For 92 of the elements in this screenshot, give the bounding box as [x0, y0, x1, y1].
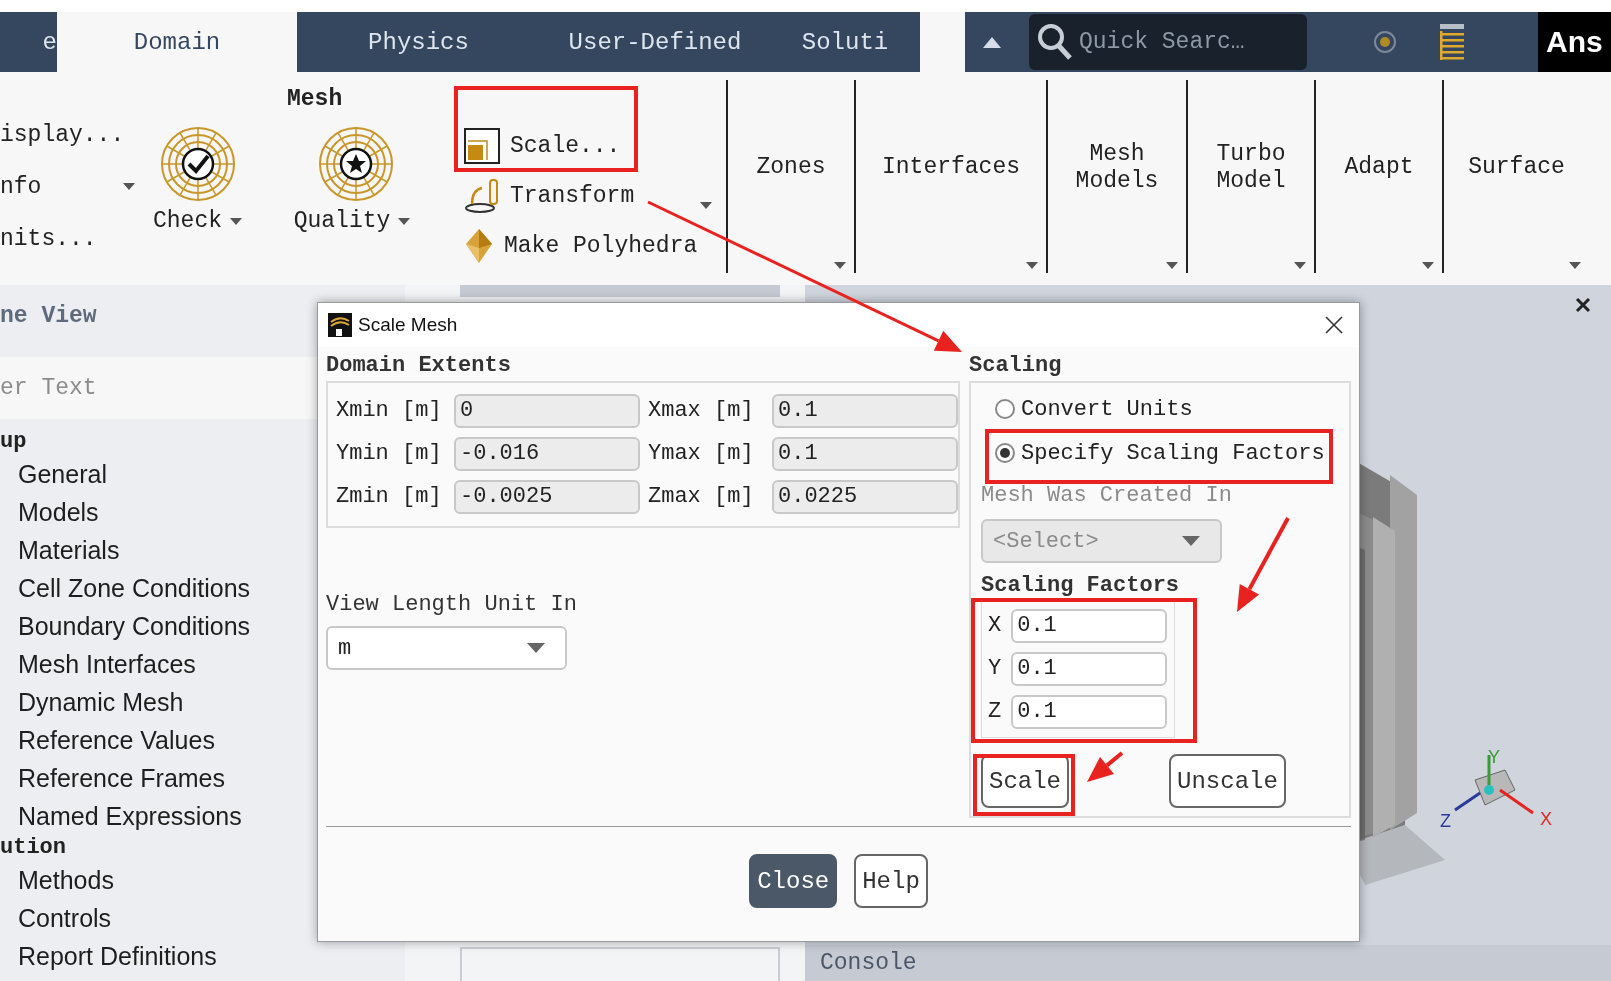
tree-item[interactable]: Cell Zone Conditions [18, 574, 251, 602]
value-field[interactable]: 0.1 [1011, 608, 1168, 643]
value-field[interactable]: 0.1 [772, 393, 958, 428]
caret-icon [527, 643, 545, 653]
caret-icon [1166, 262, 1178, 269]
axis-label: Y [1488, 747, 1500, 767]
caret-icon [834, 262, 846, 269]
caret-icon [230, 217, 242, 225]
field-label: Zmax [m] [648, 484, 754, 509]
search-field[interactable]: Quick Searc… [1029, 14, 1307, 70]
star-target-icon [318, 126, 394, 202]
radio-option[interactable]: Convert Units [995, 391, 1193, 427]
ribbon-tool[interactable]: Check [135, 126, 260, 234]
close-icon[interactable] [1325, 316, 1343, 334]
logo: Ans [1538, 12, 1611, 72]
collapse-icon[interactable] [983, 36, 1001, 48]
field-label: Mesh Was Created In [981, 483, 1232, 508]
check-target-icon [159, 126, 236, 202]
value-field[interactable]: 0 [454, 393, 640, 428]
tree-item[interactable]: Dynamic Mesh [18, 688, 184, 716]
tree-item[interactable]: Models [18, 498, 99, 526]
list-icon[interactable] [1439, 23, 1465, 61]
dialog-title: Scale Mesh [358, 314, 458, 336]
caret-icon [1294, 262, 1306, 269]
caret-icon [700, 202, 712, 209]
caret-icon [1182, 536, 1200, 546]
tree-item[interactable]: Boundary Conditions [18, 612, 251, 640]
value-field[interactable]: -0.0025 [454, 479, 640, 514]
radio-option[interactable]: Specify Scaling Factors [995, 435, 1325, 471]
tree-section[interactable]: up [0, 429, 27, 454]
group-label: Mesh [287, 86, 343, 112]
ribbon-tool[interactable]: Quality [260, 126, 452, 234]
tree-item[interactable]: Mesh Interfaces [18, 650, 196, 678]
tree-section[interactable]: ution [0, 835, 66, 860]
section-title: Scaling Factors [981, 573, 1180, 598]
value-field[interactable]: 0.1 [1011, 651, 1168, 686]
ribbon-group-button[interactable]: Mesh Models [1046, 80, 1186, 273]
ribbon-menu-item[interactable]: nfo [0, 173, 135, 200]
value-field[interactable]: 0.0225 [772, 479, 958, 514]
caret-icon [123, 183, 135, 190]
radio-button[interactable] [995, 399, 1015, 419]
unscale-button[interactable]: Unscale [1169, 754, 1286, 808]
tree-item[interactable]: Controls [18, 904, 112, 932]
panel-title: ne View [0, 303, 97, 329]
ribbon-group-button[interactable]: Interfaces [854, 80, 1046, 273]
help-button[interactable]: Help [854, 854, 928, 908]
transform-icon [464, 178, 500, 214]
scale-icon [464, 128, 500, 164]
ribbon-group-button[interactable]: Zones [726, 80, 854, 273]
ribbon-menu-item[interactable]: isplay... [0, 121, 135, 148]
diamond-icon [464, 228, 494, 264]
ribbon-action[interactable]: Make Polyhedra [464, 229, 726, 263]
field-label: X [988, 613, 1002, 638]
caret-icon [1569, 262, 1581, 269]
axis-label: Z [1440, 811, 1451, 831]
field-label: Z [988, 699, 1002, 724]
close-button[interactable]: Close [749, 854, 838, 908]
tree-item[interactable]: Reference Values [18, 726, 215, 754]
value-field[interactable]: -0.016 [454, 436, 640, 471]
tree-item[interactable]: Reference Frames [18, 764, 226, 792]
unit-dropdown[interactable]: m [326, 626, 567, 670]
caret-icon [1026, 262, 1038, 269]
value-field[interactable]: 0.1 [1011, 694, 1168, 729]
field-label: Ymax [m] [648, 441, 754, 466]
tree-item[interactable]: Materials [18, 536, 120, 564]
field-label: Zmin [m] [336, 484, 442, 509]
field-label: Xmax [m] [648, 398, 754, 423]
tree-item[interactable]: Methods [18, 866, 114, 894]
field-label: View Length Unit In [326, 592, 577, 617]
caret-icon [398, 217, 411, 225]
ribbon-action[interactable]: Scale... [464, 129, 726, 163]
annotation-arrow [1087, 751, 1124, 782]
close-icon[interactable] [1575, 297, 1591, 313]
app-icon [328, 313, 352, 337]
ribbon-tab[interactable]: Domain [57, 12, 297, 72]
ribbon-group-button[interactable]: Turbo Model [1186, 80, 1314, 273]
field-label: Y [988, 656, 1002, 681]
ribbon-group-button[interactable]: Surface [1442, 80, 1589, 273]
section-title: Scaling [969, 353, 1062, 378]
ribbon-group-button[interactable]: Adapt [1314, 80, 1442, 273]
ribbon-action[interactable]: Transform [464, 179, 726, 213]
search-icon [1037, 23, 1073, 61]
tree-item[interactable]: Named Expressions [18, 802, 242, 830]
tree-item[interactable]: General [18, 460, 107, 488]
tree-item[interactable]: Report Definitions [18, 942, 217, 970]
panel-title: Console [820, 950, 917, 976]
radio-button[interactable] [995, 443, 1015, 463]
field-label: Ymin [m] [336, 441, 442, 466]
axis-label: X [1540, 809, 1552, 829]
value-field[interactable]: 0.1 [772, 436, 958, 471]
caret-icon [1422, 262, 1434, 269]
ribbon-menu-item[interactable]: nits... [0, 225, 135, 252]
